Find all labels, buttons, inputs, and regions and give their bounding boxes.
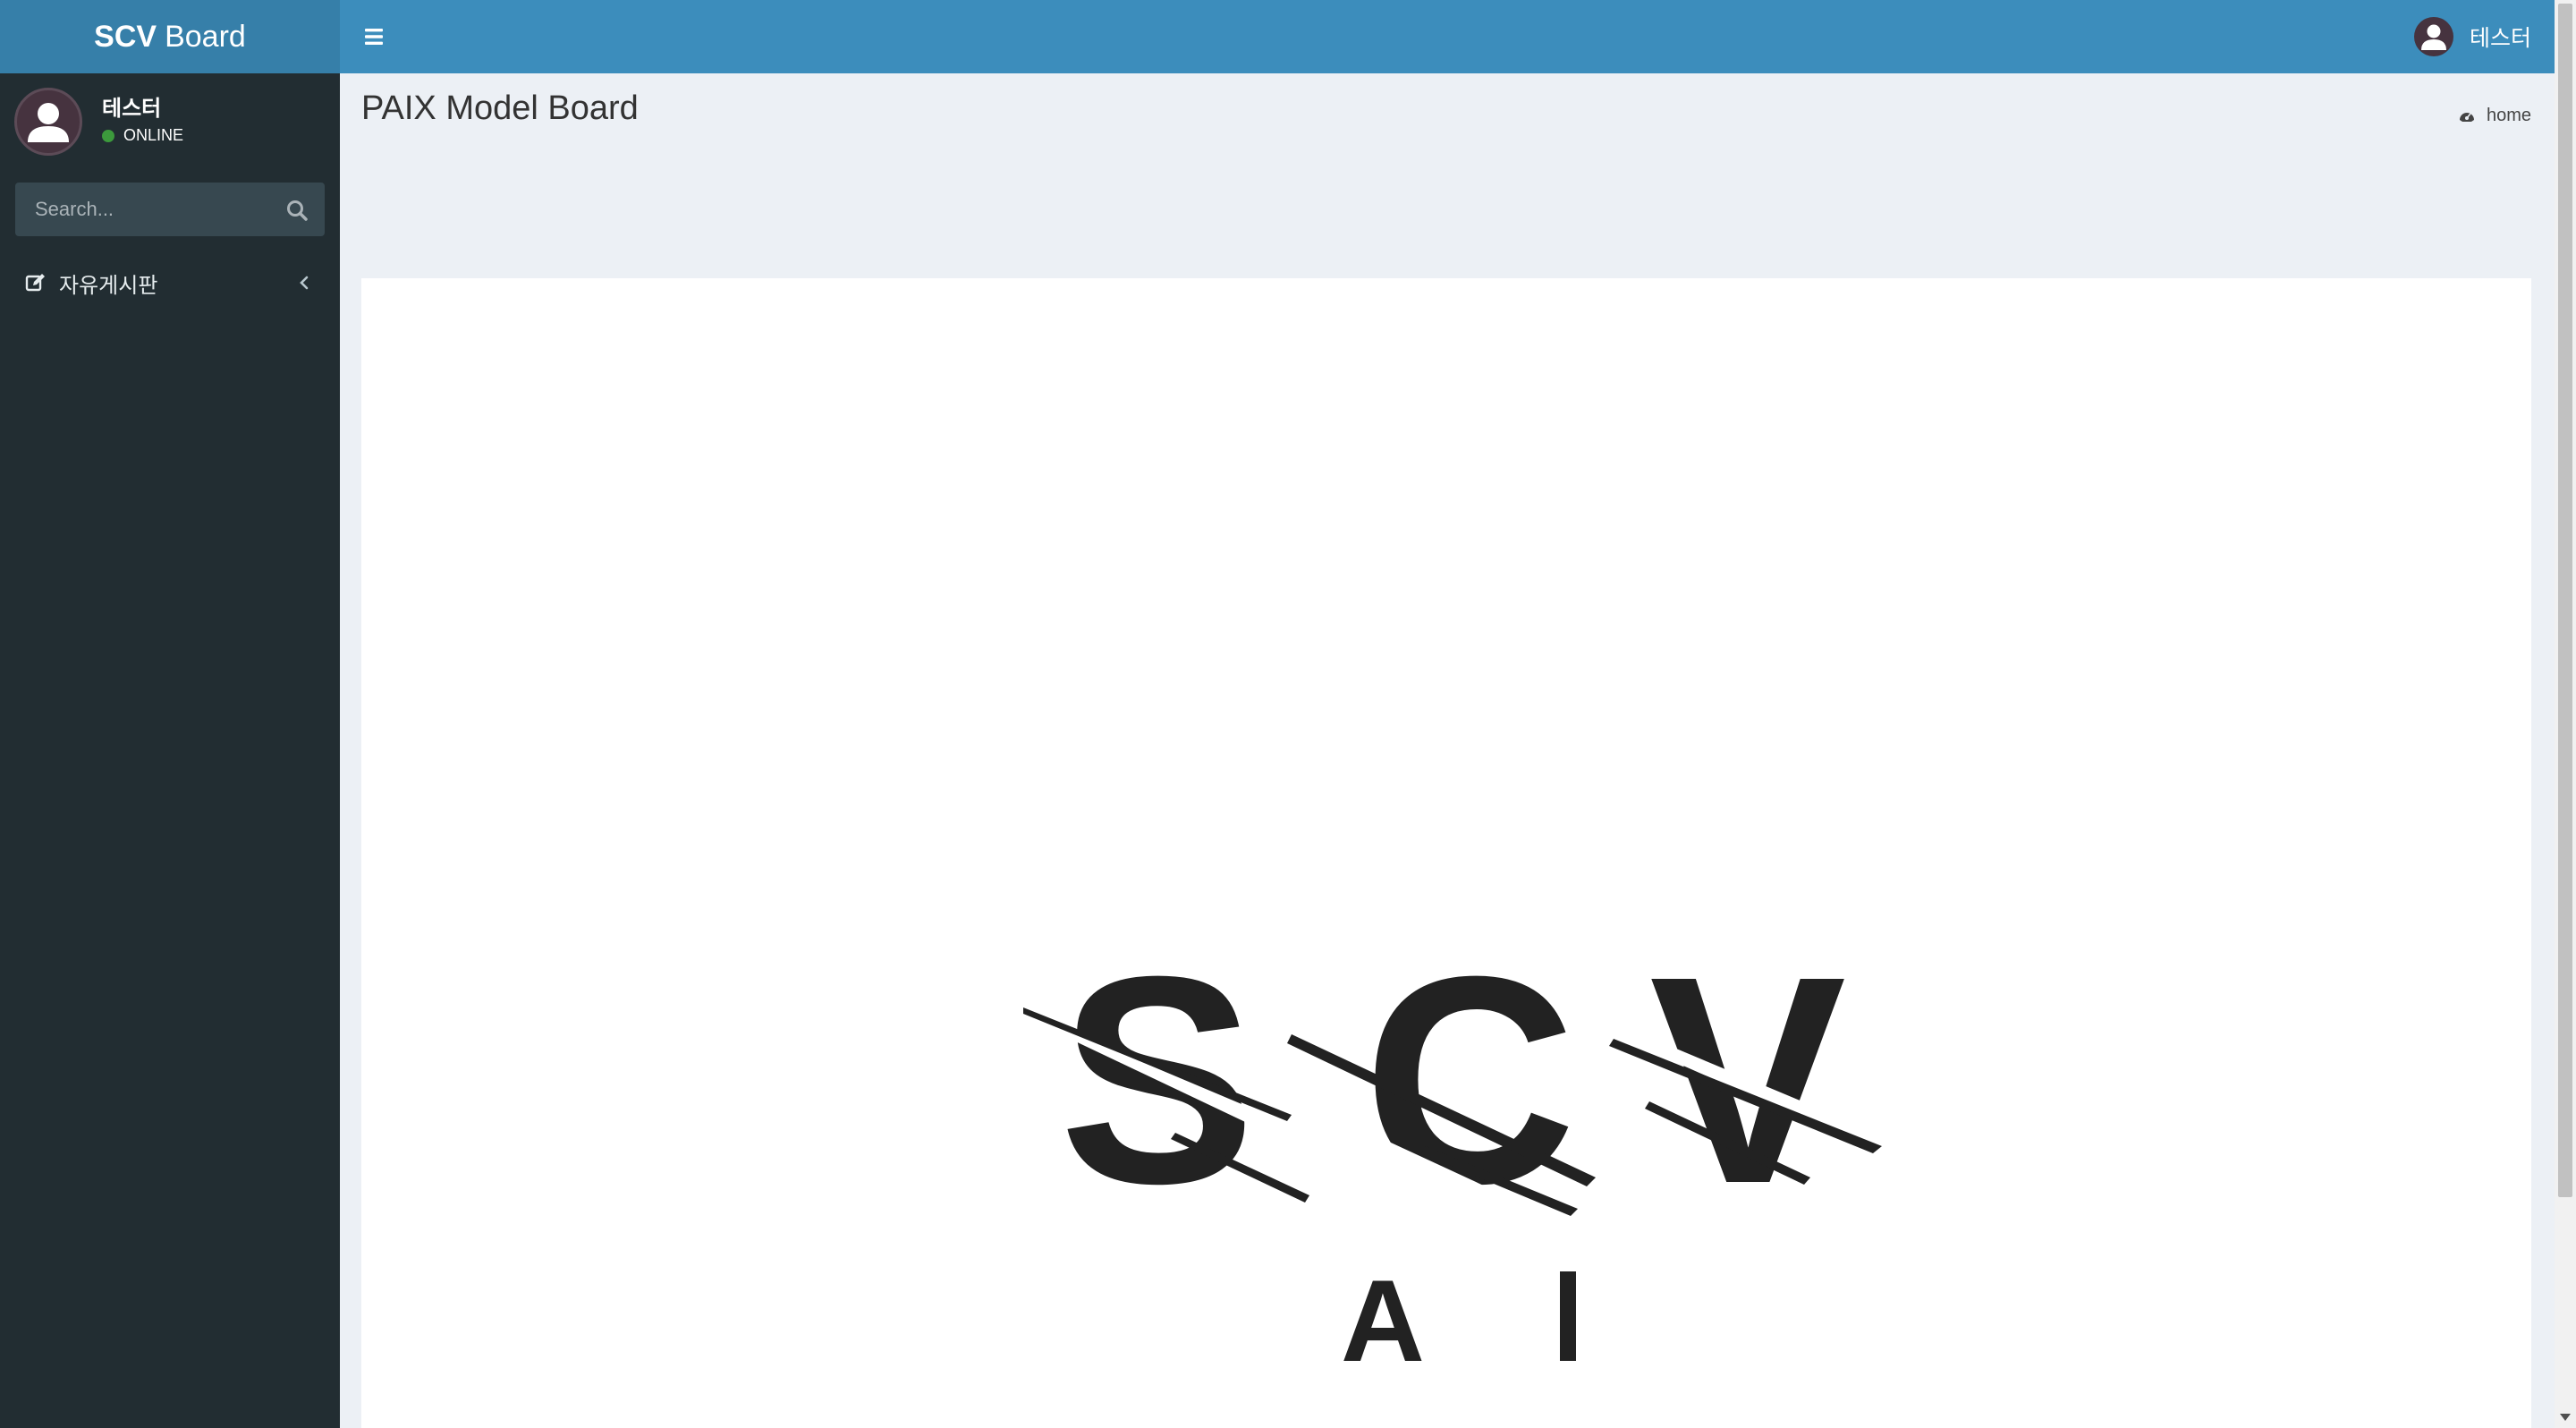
brand-bold-text: SCV <box>94 19 157 54</box>
search-input[interactable] <box>15 183 275 236</box>
user-status-text: ONLINE <box>123 126 184 144</box>
sidebar: SCV Board 테스터 ONLINE 자유게시판 <box>0 0 340 1428</box>
breadcrumb-home-link[interactable]: home <box>2487 106 2531 126</box>
search-icon[interactable] <box>285 199 309 222</box>
logo-ai-text: A <box>1341 1255 1425 1379</box>
main-content-box: S C V A <box>361 278 2531 1428</box>
navbar-user-name: 테스터 <box>2469 25 2531 51</box>
sidebar-toggle-hamburger-icon[interactable] <box>360 23 388 50</box>
brand-light-text: Board <box>165 19 246 54</box>
breadcrumb[interactable]: home <box>2458 106 2531 126</box>
sidebar-item-label: 자유게시판 <box>59 272 158 298</box>
chevron-left-icon <box>300 276 309 290</box>
edit-icon <box>25 274 45 292</box>
brand-logo[interactable]: SCV Board <box>0 0 340 73</box>
scroll-down-arrow-icon[interactable] <box>2560 1414 2571 1421</box>
navbar-user-avatar <box>2413 17 2453 56</box>
online-status-dot <box>102 129 114 142</box>
dashboard-icon <box>2459 112 2474 122</box>
navbar-user-menu[interactable]: 테스터 <box>2413 16 2531 57</box>
user-silhouette-icon <box>28 103 69 142</box>
page-title: PAIX Model Board <box>361 89 639 127</box>
sidebar-search-form <box>15 183 325 236</box>
top-navbar: 테스터 <box>340 0 2555 73</box>
scrollbar-thumb[interactable] <box>2558 4 2572 1197</box>
user-panel-status: ONLINE <box>102 126 183 145</box>
page-scrollbar[interactable] <box>2555 0 2576 1428</box>
scv-ai-logo: S C V A <box>1023 914 1909 1379</box>
user-silhouette-icon <box>2420 24 2446 50</box>
sidebar-item-free-board[interactable]: 자유게시판 <box>0 256 340 310</box>
user-avatar <box>14 88 82 156</box>
user-panel-name: 테스터 <box>102 96 162 121</box>
